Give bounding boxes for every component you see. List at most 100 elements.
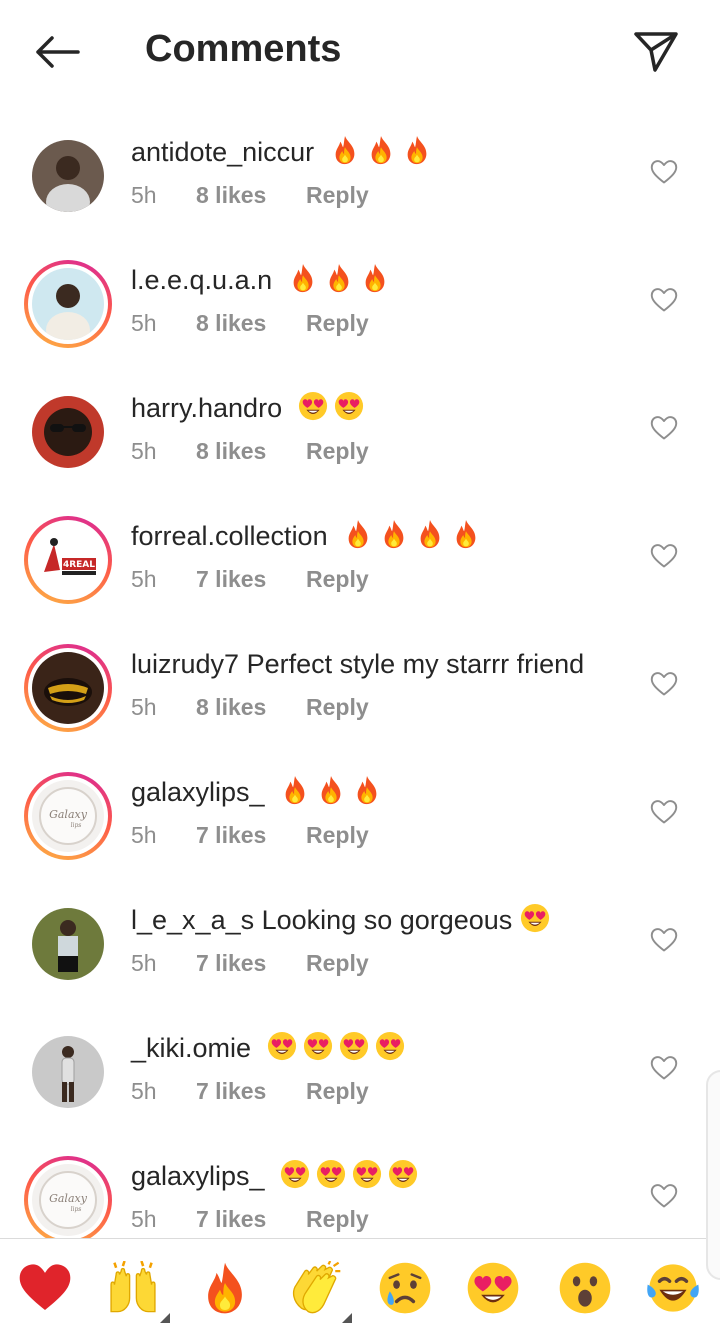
comment-emojis <box>280 775 382 814</box>
surprised-face-icon[interactable] <box>558 1261 614 1317</box>
reply-button[interactable]: Reply <box>306 950 369 977</box>
comment-row: l.e.e.q.u.a.n 5h 8 likes Reply <box>0 240 720 368</box>
page-title: Comments <box>145 28 342 70</box>
comment-body: Looking so gorgeous <box>261 905 513 935</box>
fire-emoji-icon <box>324 263 354 302</box>
avatar[interactable]: Galaxy lips <box>24 1156 112 1238</box>
comment-likes[interactable]: 8 likes <box>196 438 306 465</box>
fire-emoji-icon <box>280 775 310 814</box>
comment-username[interactable]: antidote_niccur <box>131 137 314 167</box>
svg-text:lips: lips <box>71 1206 82 1213</box>
crying-face-icon[interactable] <box>378 1261 434 1317</box>
comment-text: antidote_niccur <box>131 134 432 174</box>
heart-eyes-emoji-icon <box>267 1031 297 1070</box>
comment-row: 4REAL forreal.collection 5h 7 likes Repl… <box>0 496 720 624</box>
comment-likes[interactable]: 8 likes <box>196 310 306 337</box>
avatar[interactable]: 4REAL <box>24 516 112 604</box>
fire-emoji-icon <box>402 135 432 174</box>
comment-username[interactable]: harry.handro <box>131 393 282 423</box>
comment-row: luizrudy7 Perfect style my starrr friend… <box>0 624 720 752</box>
comment-meta: 5h 7 likes Reply <box>131 822 369 849</box>
comment-meta: 5h 7 likes Reply <box>131 950 369 977</box>
red-heart-icon[interactable] <box>18 1261 74 1317</box>
heart-eyes-emoji-icon <box>334 391 364 430</box>
comment-body: Perfect style my starrr friend <box>246 649 585 679</box>
comment-likes[interactable]: 7 likes <box>196 566 306 593</box>
reply-button[interactable]: Reply <box>306 1078 369 1105</box>
comment-username[interactable]: forreal.collection <box>131 521 328 551</box>
like-heart-icon[interactable] <box>650 926 678 954</box>
comment-row: harry.handro 5h 8 likes Reply <box>0 368 720 496</box>
comment-emojis <box>520 903 550 942</box>
avatar[interactable] <box>24 132 112 220</box>
fire-emoji-icon <box>366 135 396 174</box>
avatar[interactable] <box>24 388 112 476</box>
reply-button[interactable]: Reply <box>306 566 369 593</box>
comment-emojis <box>330 135 432 174</box>
svg-text:Galaxy: Galaxy <box>49 808 88 821</box>
avatar[interactable] <box>24 260 112 348</box>
comment-text: l_e_x_a_s Looking so gorgeous <box>131 902 550 942</box>
comment-likes[interactable]: 8 likes <box>196 694 306 721</box>
comment-username[interactable]: galaxylips_ <box>131 777 265 807</box>
reply-button[interactable]: Reply <box>306 822 369 849</box>
comment-likes[interactable]: 7 likes <box>196 822 306 849</box>
reply-button[interactable]: Reply <box>306 182 369 209</box>
comment-username[interactable]: luizrudy7 <box>131 649 239 679</box>
like-heart-icon[interactable] <box>650 286 678 314</box>
svg-text:lips: lips <box>71 822 82 829</box>
avatar[interactable] <box>24 900 112 988</box>
share-button[interactable] <box>626 24 686 80</box>
comment-row: l_e_x_a_s Looking so gorgeous 5h 7 likes… <box>0 880 720 1008</box>
comment-row: _kiki.omie 5h 7 likes Reply <box>0 1008 720 1136</box>
raising-hands-icon[interactable] <box>106 1260 162 1317</box>
heart-eyes-emoji-icon <box>316 1159 346 1198</box>
comment-likes[interactable]: 8 likes <box>196 182 306 209</box>
comment-time: 5h <box>131 182 157 208</box>
comment-meta: 5h 8 likes Reply <box>131 310 369 337</box>
like-heart-icon[interactable] <box>650 414 678 442</box>
svg-text:4REAL: 4REAL <box>63 560 95 570</box>
reply-button[interactable]: Reply <box>306 310 369 337</box>
like-heart-icon[interactable] <box>650 158 678 186</box>
comment-username[interactable]: galaxylips_ <box>131 1161 265 1191</box>
avatar[interactable]: Galaxy lips <box>24 772 112 860</box>
comment-meta: 5h 8 likes Reply <box>131 438 369 465</box>
comment-text: _kiki.omie <box>131 1030 405 1070</box>
comment-emojis <box>298 391 364 430</box>
fire-emoji-icon <box>343 519 373 558</box>
reply-button[interactable]: Reply <box>306 1206 369 1233</box>
like-heart-icon[interactable] <box>650 1182 678 1210</box>
comment-username[interactable]: l.e.e.q.u.a.n <box>131 265 272 295</box>
comment-emojis <box>288 263 390 302</box>
heart-eyes-icon[interactable] <box>466 1261 522 1317</box>
clapping-hands-icon[interactable] <box>288 1260 344 1317</box>
like-heart-icon[interactable] <box>650 670 678 698</box>
like-heart-icon[interactable] <box>650 798 678 826</box>
skin-tone-indicator <box>342 1313 352 1323</box>
avatar[interactable] <box>24 1028 112 1116</box>
like-heart-icon[interactable] <box>650 1054 678 1082</box>
comment-likes[interactable]: 7 likes <box>196 1206 306 1233</box>
comment-text: harry.handro <box>131 390 364 430</box>
scroll-handle[interactable] <box>706 1070 720 1280</box>
avatar[interactable] <box>24 644 112 732</box>
like-heart-icon[interactable] <box>650 542 678 570</box>
comment-likes[interactable]: 7 likes <box>196 1078 306 1105</box>
fire-emoji-icon <box>415 519 445 558</box>
reply-button[interactable]: Reply <box>306 694 369 721</box>
comment-meta: 5h 7 likes Reply <box>131 566 369 593</box>
fire-icon[interactable] <box>198 1261 254 1317</box>
comment-time: 5h <box>131 822 157 848</box>
comment-meta: 5h 7 likes Reply <box>131 1078 369 1105</box>
fire-emoji-icon <box>379 519 409 558</box>
comment-username[interactable]: l_e_x_a_s <box>131 905 254 935</box>
comment-likes[interactable]: 7 likes <box>196 950 306 977</box>
comment-meta: 5h 7 likes Reply <box>131 1206 369 1233</box>
comment-username[interactable]: _kiki.omie <box>131 1033 251 1063</box>
heart-eyes-emoji-icon <box>339 1031 369 1070</box>
back-button[interactable] <box>28 24 84 80</box>
fire-emoji-icon <box>360 263 390 302</box>
tears-of-joy-icon[interactable] <box>646 1261 702 1317</box>
reply-button[interactable]: Reply <box>306 438 369 465</box>
